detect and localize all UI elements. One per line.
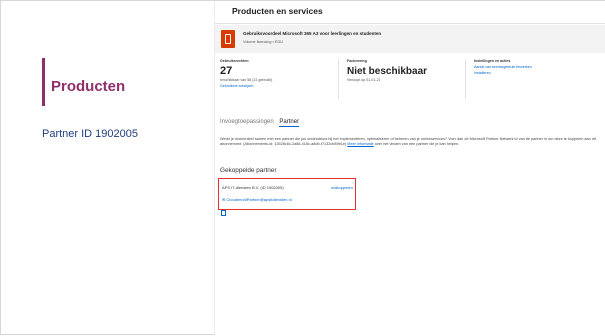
assign-users-link[interactable]: Gebruikers toewijzen — [220, 84, 272, 88]
tab-bar: Invoegtoepassingen Partner — [220, 119, 303, 127]
licenses-detail: beschikbaar van 58 (23 gebruikt) — [220, 78, 273, 82]
column-divider — [465, 59, 466, 99]
billing-status: Niet beschikbaar — [347, 66, 428, 77]
products-services-panel: Producten en services Gebruiksvoordeel M… — [214, 1, 605, 336]
tab-add-ins[interactable]: Invoegtoepassingen — [220, 119, 274, 125]
partner-email-link[interactable]: ✉ CloudenrollPartner@apsitdiensten.nl — [222, 197, 292, 202]
page-title: Producten en services — [232, 6, 323, 16]
slide-title: Producten — [51, 78, 126, 95]
settings-title: Instellingen en acties — [474, 59, 511, 63]
subscription-type: Volume licensing • EDU — [243, 40, 283, 44]
billing-column: Facturering Niet beschikbaar Verloopt op… — [347, 59, 427, 82]
billing-detail: Verloopt op 01-01-21 — [347, 78, 381, 82]
install-link[interactable]: Installeren — [474, 71, 532, 75]
partner-id-label: Partner ID 1902005 — [42, 128, 139, 140]
slide: Producten Partner ID 1902005 Producten e… — [0, 0, 605, 336]
partner-name: APS IT-diensten B.V. (ID 1902005) — [222, 185, 284, 190]
trash-icon[interactable] — [221, 210, 226, 216]
licenses-count: 27 — [220, 65, 233, 77]
edit-service-usage-link[interactable]: Aantal van servicegebruik bewerken — [474, 65, 532, 69]
settings-column: Instellingen en acties Aantal van servic… — [474, 59, 532, 75]
description-tail: over het vinden van een partner die je k… — [374, 142, 460, 147]
partner-email-text: CloudenrollPartner@apsitdiensten.nl — [226, 197, 292, 202]
column-divider — [338, 59, 339, 99]
subscription-header: Gebruiksvoordeel Microsoft 365 A3 voor l… — [215, 25, 605, 53]
divider — [215, 23, 605, 24]
unlink-partner-link[interactable]: ontkoppelen — [331, 185, 353, 190]
more-info-link[interactable]: Meer informatie — [347, 142, 373, 146]
office-icon — [221, 30, 235, 48]
licenses-title: Gebruiksrechten — [220, 59, 249, 63]
mail-icon: ✉ — [222, 197, 226, 202]
subscription-name: Gebruiksvoordeel Microsoft 365 A3 voor l… — [243, 31, 382, 36]
tab-partner[interactable]: Partner — [279, 119, 300, 127]
billing-title: Facturering — [347, 59, 367, 63]
title-accent-bar — [42, 58, 45, 106]
licenses-column: Gebruiksrechten 27 beschikbaar van 58 (2… — [220, 59, 272, 88]
partner-description: Werkt je momenteel samen met een partner… — [220, 137, 604, 147]
linked-partner-heading: Gekoppelde partner — [220, 167, 277, 174]
linked-partner-card: APS IT-diensten B.V. (ID 1902005) ontkop… — [218, 178, 356, 210]
